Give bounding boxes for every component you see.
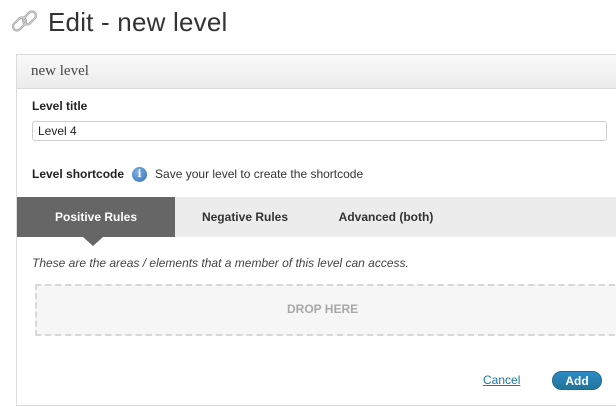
rules-tabs: Positive Rules Negative Rules Advanced (… (17, 197, 616, 246)
link-chain-icon (8, 5, 42, 39)
level-title-input[interactable] (32, 121, 607, 141)
info-icon[interactable]: i (132, 166, 148, 182)
rules-description: These are the areas / elements that a me… (32, 256, 409, 270)
shortcode-message: Save your level to create the shortcode (155, 167, 364, 181)
tab-positive-rules[interactable]: Positive Rules (17, 197, 175, 246)
level-shortcode-label: Level shortcode (32, 167, 125, 181)
panel-heading: new level (17, 55, 616, 89)
drop-zone[interactable]: DROP HERE (35, 284, 616, 336)
level-title-label: Level title (32, 99, 88, 113)
cancel-link[interactable]: Cancel (483, 373, 520, 387)
page-header: Edit - new level (8, 2, 608, 42)
drop-here-label: DROP HERE (287, 302, 359, 316)
tab-negative-rules[interactable]: Negative Rules (175, 197, 315, 237)
level-panel: new level Level title Level shortcode i … (16, 54, 616, 406)
tab-advanced-both[interactable]: Advanced (both) (315, 197, 457, 237)
shortcode-row: Level shortcode i Save your level to cre… (32, 165, 363, 183)
add-button[interactable]: Add (552, 371, 602, 390)
page-title: Edit - new level (48, 6, 228, 37)
